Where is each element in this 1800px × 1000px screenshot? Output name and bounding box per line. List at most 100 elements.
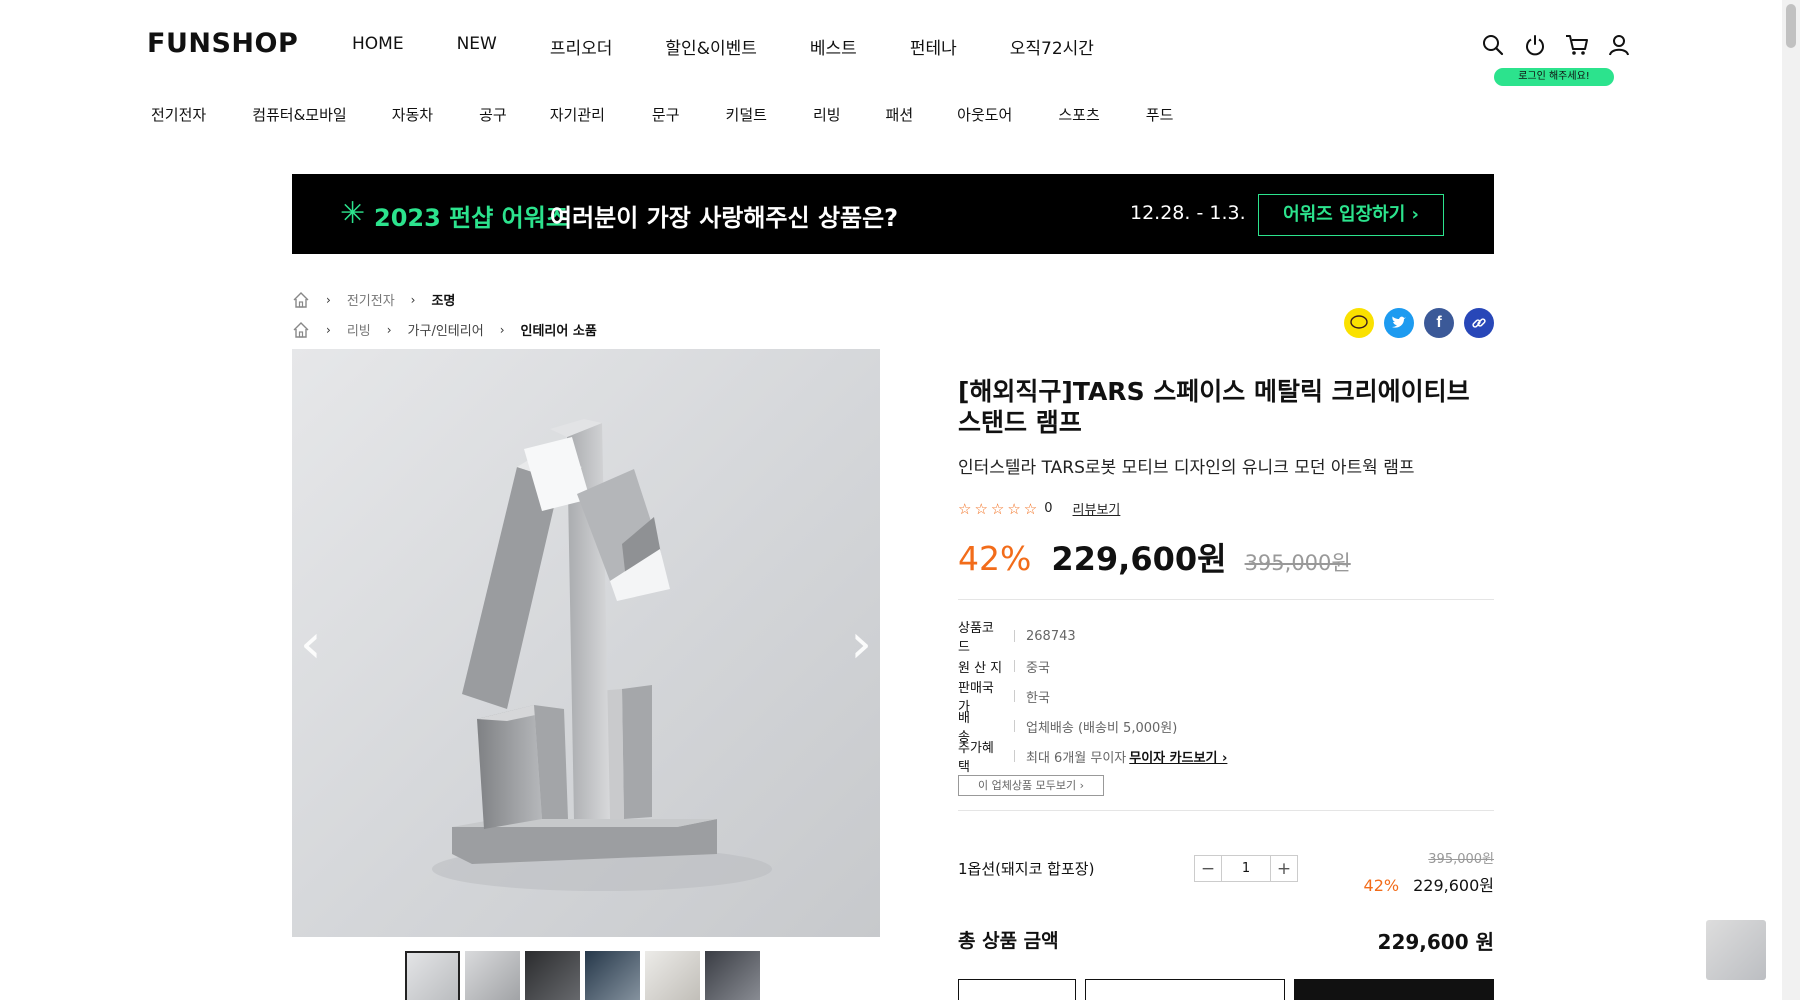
lamp-illustration xyxy=(432,419,772,891)
share-bar: f xyxy=(1344,308,1494,338)
thumbnail[interactable] xyxy=(645,951,700,1000)
kakaotalk-icon[interactable] xyxy=(1344,308,1374,338)
thumbnail[interactable] xyxy=(525,951,580,1000)
spec-row: 상품코드 268743 xyxy=(958,621,1227,655)
spec-value: 268743 xyxy=(1026,628,1076,644)
breadcrumb-item[interactable]: 조명 xyxy=(431,290,455,309)
breadcrumb: › 리빙 › 가구/인테리어 › 인테리어 소품 xyxy=(292,320,597,339)
header-icons xyxy=(1481,32,1631,58)
product-subtitle: 인터스텔라 TARS로봇 모티브 디자인의 유니크 모던 아트웍 램프 xyxy=(958,458,1415,478)
home-icon[interactable] xyxy=(292,291,310,309)
total-label: 총 상품 금액 xyxy=(958,930,1059,952)
chevron-right-icon: › xyxy=(499,322,505,337)
awards-enter-button[interactable]: 어워즈 입장하기 › xyxy=(1258,194,1444,236)
top-nav-new[interactable]: NEW xyxy=(457,34,497,59)
category-sports[interactable]: 스포츠 xyxy=(1058,104,1099,125)
top-nav: HOME NEW 프리오더 할인&이벤트 베스트 펀테나 오직72시간 xyxy=(352,34,1147,59)
search-icon[interactable] xyxy=(1481,32,1505,58)
breadcrumb-item[interactable]: 인테리어 소품 xyxy=(521,320,597,339)
power-icon[interactable] xyxy=(1523,32,1547,58)
review-link[interactable]: 리뷰보기 xyxy=(1073,499,1121,518)
category-fashion[interactable]: 패션 xyxy=(886,104,914,125)
product-title: [해외직구]TARS 스페이스 메탈릭 크리에이티브 스탠드 램프 xyxy=(958,377,1470,437)
top-nav-funtenna[interactable]: 펀테나 xyxy=(910,34,957,59)
breadcrumb-item[interactable]: 가구/인테리어 xyxy=(408,320,484,339)
spec-row: 추가혜택 최대 6개월 무이자 무이자 카드보기 › xyxy=(958,741,1227,775)
chevron-right-icon: › xyxy=(326,292,331,307)
category-selfcare[interactable]: 자기관리 xyxy=(550,104,605,125)
plus-icon[interactable]: + xyxy=(1271,856,1297,881)
total-value: 229,600 원 xyxy=(1377,930,1494,954)
category-food[interactable]: 푸드 xyxy=(1146,104,1174,125)
category-stationery[interactable]: 문구 xyxy=(652,104,680,125)
site-logo[interactable]: FUNSHOP xyxy=(147,28,298,59)
rating-row: ☆☆☆☆☆ 0 리뷰보기 xyxy=(958,499,1121,519)
top-nav-preorder[interactable]: 프리오더 xyxy=(550,34,613,59)
scrollbar[interactable] xyxy=(1782,0,1800,1000)
thumbnail[interactable] xyxy=(705,951,760,1000)
star-rating-icon: ☆☆☆☆☆ xyxy=(958,499,1041,518)
vendor-all-products-button[interactable]: 이 업체상품 모두보기 › xyxy=(958,775,1104,796)
scrollbar-thumb[interactable] xyxy=(1786,4,1796,48)
link-icon[interactable] xyxy=(1464,308,1494,338)
thumbnail[interactable] xyxy=(405,951,460,1000)
category-living[interactable]: 리빙 xyxy=(813,104,841,125)
user-icon[interactable] xyxy=(1607,32,1631,58)
twitter-icon[interactable] xyxy=(1384,308,1414,338)
prev-image-arrow-icon[interactable]: ‹ xyxy=(300,617,322,671)
top-nav-72hours[interactable]: 오직72시간 xyxy=(1010,34,1094,59)
category-kidult[interactable]: 키덜트 xyxy=(726,104,767,125)
category-car[interactable]: 자동차 xyxy=(392,104,433,125)
top-nav-home[interactable]: HOME xyxy=(352,34,404,59)
top-nav-sale-event[interactable]: 할인&이벤트 xyxy=(665,34,756,59)
breadcrumb-item[interactable]: 전기전자 xyxy=(347,290,395,309)
spec-key: 추가혜택 xyxy=(958,741,994,775)
option-discount: 42% xyxy=(1363,876,1400,895)
divider xyxy=(958,810,1494,811)
category-computer-mobile[interactable]: 컴퓨터&모바일 xyxy=(252,104,347,125)
original-price: 395,000원 xyxy=(1244,551,1351,575)
home-icon[interactable] xyxy=(292,321,310,339)
chevron-right-icon: › xyxy=(410,292,416,307)
chevron-right-icon: › xyxy=(386,322,392,337)
wishlist-button[interactable] xyxy=(958,979,1076,1000)
option-name: 1옵션(돼지코 합포장) xyxy=(958,860,1095,878)
discount-rate: 42% xyxy=(958,539,1032,578)
option-price: 42% 229,600원 xyxy=(1360,872,1494,896)
banner-date: 12.28. - 1.3. xyxy=(1130,202,1246,224)
thumbnail[interactable] xyxy=(465,951,520,1000)
category-electronics[interactable]: 전기전자 xyxy=(151,104,206,125)
banner-title: 2023 펀샵 어워즈 xyxy=(374,204,568,232)
category-outdoor[interactable]: 아웃도어 xyxy=(957,104,1012,125)
facebook-icon[interactable]: f xyxy=(1424,308,1454,338)
buy-now-button[interactable] xyxy=(1294,979,1494,1000)
category-tools[interactable]: 공구 xyxy=(479,104,507,125)
product-main-image[interactable]: ‹ › xyxy=(292,349,880,937)
add-to-cart-button[interactable] xyxy=(1085,979,1285,1000)
option-original-price: 395,000원 xyxy=(1428,852,1494,867)
spec-value: 한국 xyxy=(1026,690,1050,706)
divider xyxy=(958,599,1494,600)
interest-free-card-link[interactable]: 무이자 카드보기 › xyxy=(1129,747,1227,766)
spec-list: 상품코드 268743 원 산 지 중국 판매국가 한국 배 송 업체배송 (배… xyxy=(958,621,1227,775)
awards-banner[interactable]: ✳ 2023 펀샵 어워즈 여러분이 가장 사랑해주신 상품은? 12.28. … xyxy=(292,174,1494,254)
spec-value: 업체배송 (배송비 5,000원) xyxy=(1026,720,1178,736)
recent-viewed-thumbnail[interactable] xyxy=(1706,920,1766,980)
option-sale-price: 229,600원 xyxy=(1413,876,1494,895)
breadcrumb-item[interactable]: 리빙 xyxy=(347,320,371,339)
thumbnail-strip xyxy=(405,951,760,1000)
chevron-right-icon: › xyxy=(326,322,331,337)
thumbnail[interactable] xyxy=(585,951,640,1000)
category-nav: 전기전자 컴퓨터&모바일 자동차 공구 자기관리 문구 키덜트 리빙 패션 아웃… xyxy=(151,104,1173,125)
minus-icon[interactable]: − xyxy=(1195,856,1221,881)
cart-icon[interactable] xyxy=(1565,32,1589,58)
login-badge[interactable]: 로그인 해주세요! xyxy=(1494,68,1614,86)
quantity-stepper: − 1 + xyxy=(1194,855,1298,882)
spec-key: 원 산 지 xyxy=(958,660,1003,676)
next-image-arrow-icon[interactable]: › xyxy=(850,617,872,671)
spec-value: 중국 xyxy=(1026,660,1050,676)
quantity-value[interactable]: 1 xyxy=(1221,856,1271,881)
spec-value: 최대 6개월 무이자 xyxy=(1026,750,1127,766)
top-nav-best[interactable]: 베스트 xyxy=(810,34,857,59)
spec-key: 상품코드 xyxy=(958,621,994,655)
